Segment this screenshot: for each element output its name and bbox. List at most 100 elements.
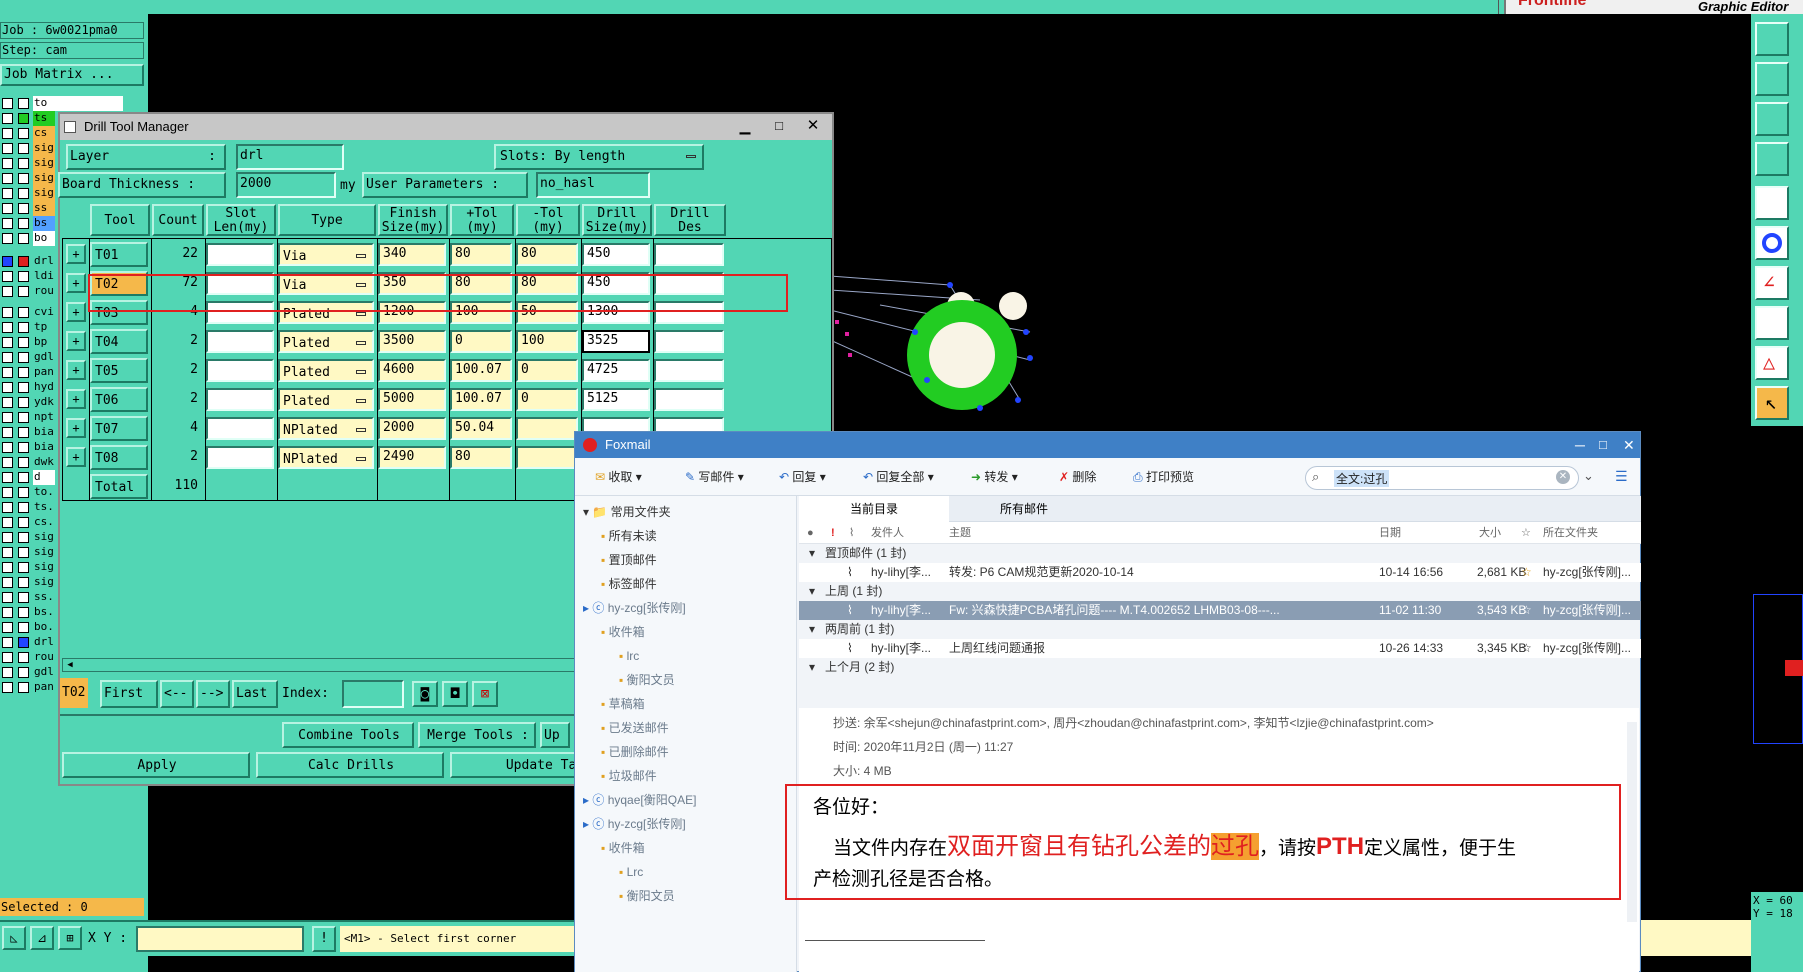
mail-group-header[interactable]: ▾ 置顶邮件 (1 封) [799,544,1641,563]
up-button[interactable]: Up [540,722,570,748]
maximize-icon[interactable]: □ [1599,432,1607,458]
layer-row[interactable]: to [0,96,148,111]
clear-search-icon[interactable]: ✕ [1556,470,1570,484]
slot-len-field[interactable] [206,359,274,382]
search-box[interactable]: ⌕ 全文:过孔 ✕ [1305,466,1579,490]
type-select[interactable]: NPlated [278,446,374,469]
ptol-field[interactable]: 0 [450,330,512,353]
collapse-icon[interactable]: ▾ [809,544,815,563]
finish-field[interactable]: 5000 [378,388,446,411]
menu-icon[interactable]: ☰ [1615,468,1628,485]
layer-checkbox[interactable] [2,337,13,348]
tool-row[interactable]: + T06 2 Plated 5000 100.07 0 5125 [62,385,832,414]
col-folder[interactable]: 所在文件夹 [1543,522,1598,544]
last-button[interactable]: Last [232,680,278,708]
ptol-field[interactable]: 100.07 [450,388,512,411]
type-select[interactable]: Plated [278,388,374,411]
fit-icon[interactable] [1755,62,1789,96]
foxmail-titlebar[interactable]: Foxmail ─ □ ✕ [575,432,1640,458]
mtol-field[interactable] [516,417,578,440]
apply-button[interactable]: Apply [62,752,250,778]
mail-group-header[interactable]: ▾ 上周 (1 封) [799,582,1641,601]
finish-field[interactable]: 4600 [378,359,446,382]
finish-field[interactable]: 2000 [378,417,446,440]
measure-icon[interactable]: ⊿ [30,926,54,950]
reply-button[interactable]: ↶ 回复 ▾ [779,462,826,492]
layer-checkbox[interactable] [2,577,13,588]
layer-checkbox[interactable] [2,517,13,528]
shape-icon[interactable] [1755,306,1789,340]
slot-len-field[interactable] [206,417,274,440]
layer-checkbox[interactable] [2,173,13,184]
mtol-field[interactable]: 0 [516,388,578,411]
drill-field[interactable]: 450 [582,243,650,266]
collapse-icon[interactable]: ▾ [809,658,815,677]
expand-icon[interactable]: + [66,418,86,438]
ptol-field[interactable]: 80 [450,243,512,266]
layer-checkbox[interactable] [2,286,13,297]
print-preview-button[interactable]: ⎙ 打印预览 [1133,462,1194,492]
next-button[interactable]: --> [196,680,230,708]
drill-des-field[interactable] [654,330,724,353]
lock-icon[interactable]: ◙ [412,681,438,707]
type-select[interactable]: Plated [278,330,374,353]
layer-checkbox[interactable] [2,637,13,648]
index-field[interactable] [342,680,404,708]
layer-checkbox[interactable] [2,352,13,363]
ptol-field[interactable]: 50.04 [450,417,512,440]
pan-icon[interactable] [1755,142,1789,176]
search-input[interactable]: 全文:过孔 [1334,470,1390,487]
layer-checkbox[interactable] [2,128,13,139]
layer-checkbox[interactable] [2,652,13,663]
folder-item[interactable]: ▪ Lrc [619,864,643,880]
first-button[interactable]: First [100,680,158,708]
grid-icon[interactable]: ⊞ [58,926,82,950]
layer-checkbox[interactable] [2,98,13,109]
folder-item[interactable]: ▪ 已删除邮件 [601,744,669,760]
dtm-titlebar[interactable]: Drill Tool Manager ▁ □ ✕ [60,114,832,140]
layer-checkbox[interactable] [2,397,13,408]
layer-checkbox[interactable] [2,188,13,199]
col-date[interactable]: 日期 [1379,522,1401,544]
layer-checkbox[interactable] [2,158,13,169]
expand-icon[interactable]: + [66,244,86,264]
layer-checkbox[interactable] [2,367,13,378]
layer-checkbox[interactable] [2,502,13,513]
mail-row[interactable]: ⌇ hy-lihy[李... 转发: P6 CAM规范更新2020-10-14 10-… [799,563,1641,582]
line-icon[interactable]: ∠ [1755,266,1789,300]
finish-field[interactable]: 2490 [378,446,446,469]
slot-len-field[interactable] [206,388,274,411]
expand-icon[interactable]: + [66,389,86,409]
maximize-icon[interactable]: □ [764,117,794,137]
layer-checkbox[interactable] [2,622,13,633]
edit-icon[interactable]: ◘ [442,681,468,707]
pointer-icon[interactable]: ↖ [1755,386,1789,420]
tab-current-folder[interactable]: 当前目录 [799,496,949,522]
tool-row[interactable]: + T05 2 Plated 4600 100.07 0 4725 [62,356,832,385]
type-select[interactable]: Plated [278,359,374,382]
zoom-icon[interactable] [1755,102,1789,136]
delete-icon[interactable]: ⊠ [472,681,498,707]
expand-icon[interactable]: + [66,331,86,351]
layer-checkbox[interactable] [2,271,13,282]
layer-checkbox[interactable] [2,322,13,333]
layer-checkbox[interactable] [2,256,13,267]
drill-des-field[interactable] [654,243,724,266]
folder-item[interactable]: ▪ 收件箱 [601,840,645,856]
star-icon[interactable]: ☆ [1521,563,1532,582]
calc-drills-button[interactable]: Calc Drills [256,752,444,778]
expand-icon[interactable]: + [66,273,86,293]
mtol-field[interactable]: 0 [516,359,578,382]
mtol-field[interactable]: 80 [516,243,578,266]
folder-item[interactable]: ▪ 垃圾邮件 [601,768,657,784]
folder-item[interactable]: ▪ 草稿箱 [601,696,645,712]
tab-all-mail[interactable]: 所有邮件 [949,496,1099,522]
layer-checkbox[interactable] [2,667,13,678]
slots-select[interactable]: Slots: By length [494,144,704,170]
slot-len-field[interactable] [206,243,274,266]
mail-row[interactable]: ⌇ hy-lihy[李... 上周红线问题通报 10-26 14:33 3,345 KB… [799,639,1641,658]
close-icon[interactable]: ✕ [798,117,828,137]
receive-button[interactable]: ✉ 收取 ▾ [595,462,642,492]
mail-group-header[interactable]: ▾ 两周前 (1 封) [799,620,1641,639]
tool-button[interactable]: T07 [90,416,148,441]
